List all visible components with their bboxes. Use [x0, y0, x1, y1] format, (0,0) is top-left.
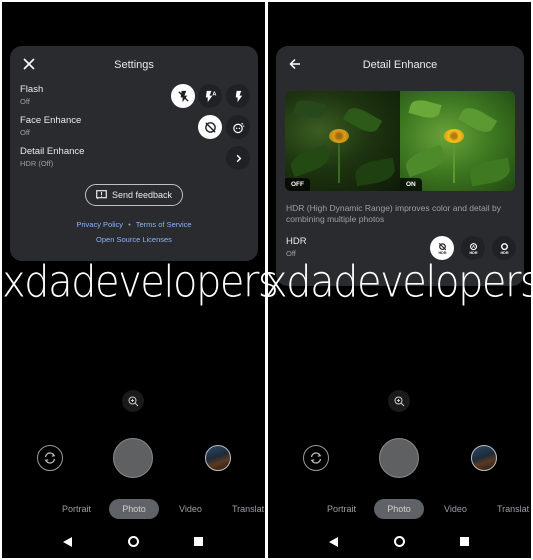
mode-video[interactable]: Video	[179, 499, 202, 519]
detail-enhance-title: Detail Enhance	[362, 59, 438, 71]
svg-text:A: A	[212, 91, 216, 97]
hdr-row: HDR Off HDR A HDR HDR	[286, 236, 516, 264]
flash-label: Flash	[20, 84, 44, 95]
svg-text:HDR: HDR	[469, 251, 477, 255]
face-enhance-value: Off	[20, 128, 30, 137]
detail-enhance-value: HDR (Off)	[20, 159, 54, 168]
detail-enhance-open-button[interactable]	[226, 146, 250, 170]
gallery-thumbnail[interactable]	[205, 445, 231, 471]
recents-nav-icon[interactable]	[460, 537, 469, 546]
mode-portrait[interactable]: Portrait	[62, 499, 91, 519]
detail-enhance-row[interactable]: Detail Enhance HDR (Off)	[20, 146, 250, 174]
svg-text:HDR: HDR	[438, 251, 446, 255]
home-nav-icon[interactable]	[128, 536, 139, 547]
back-nav-icon[interactable]	[63, 537, 72, 547]
settings-title: Settings	[114, 59, 154, 71]
mode-selector: Portrait Photo Video Translat	[268, 499, 531, 519]
detail-enhance-card: Detail Enhance OFF ON HDR (High Dynamic …	[276, 46, 524, 286]
terms-of-service-link[interactable]: Terms of Service	[136, 220, 192, 229]
link-separator: •	[128, 220, 131, 229]
flash-on-icon	[235, 90, 242, 102]
face-enhance-label: Face Enhance	[20, 115, 82, 126]
zoom-button[interactable]	[388, 390, 410, 412]
hdr-comparison-image: OFF ON	[285, 91, 515, 191]
flash-off-icon	[177, 90, 189, 102]
svg-text:HDR: HDR	[500, 251, 508, 255]
hdr-description: HDR (High Dynamic Range) improves color …	[286, 203, 501, 224]
hdr-auto-button[interactable]: A HDR	[461, 236, 485, 260]
flash-row: Flash Off A	[20, 84, 250, 112]
home-nav-icon[interactable]	[394, 536, 405, 547]
hdr-auto-icon: A HDR	[469, 242, 477, 255]
nav-bar	[2, 532, 265, 552]
settings-card: Settings Flash Off A Face Enhance Off De…	[10, 46, 258, 261]
mode-photo[interactable]: Photo	[374, 499, 424, 519]
mode-portrait[interactable]: Portrait	[327, 499, 356, 519]
mode-video[interactable]: Video	[444, 499, 467, 519]
switch-camera-icon	[44, 452, 56, 464]
send-feedback-label: Send feedback	[111, 190, 173, 200]
mode-translate[interactable]: Translat	[232, 499, 264, 519]
face-enhance-row: Face Enhance Off	[20, 115, 250, 143]
send-feedback-button[interactable]: Send feedback	[85, 184, 183, 206]
hdr-off-button[interactable]: HDR	[430, 236, 454, 260]
hdr-label: HDR	[286, 236, 307, 247]
flash-off-button[interactable]	[171, 84, 195, 108]
face-enhance-off-button[interactable]	[198, 115, 222, 139]
mode-selector: Portrait Photo Video Translat	[2, 499, 265, 519]
flash-auto-icon: A	[205, 90, 216, 102]
feedback-icon	[96, 190, 107, 200]
flash-auto-button[interactable]: A	[198, 84, 222, 108]
chevron-right-icon	[236, 154, 241, 162]
on-label: ON	[400, 178, 422, 191]
zoom-in-icon	[394, 396, 404, 406]
svg-text:A: A	[471, 244, 474, 249]
open-source-licenses-link[interactable]: Open Source Licenses	[10, 235, 258, 244]
privacy-policy-link[interactable]: Privacy Policy	[76, 220, 123, 229]
shutter-button[interactable]	[379, 438, 419, 478]
switch-camera-button[interactable]	[37, 445, 63, 471]
flash-on-button[interactable]	[226, 84, 250, 108]
off-label: OFF	[285, 178, 310, 191]
switch-camera-button[interactable]	[303, 445, 329, 471]
back-nav-icon[interactable]	[329, 537, 338, 547]
mode-translate[interactable]: Translat	[497, 499, 529, 519]
settings-screen: Settings Flash Off A Face Enhance Off De…	[2, 2, 265, 558]
mode-photo[interactable]: Photo	[109, 499, 159, 519]
switch-camera-icon	[310, 452, 322, 464]
nav-bar	[268, 532, 531, 552]
zoom-in-icon	[128, 396, 138, 406]
detail-enhance-label: Detail Enhance	[20, 146, 85, 157]
hdr-on-sample: ON	[400, 91, 515, 191]
hdr-on-icon: HDR	[500, 242, 508, 255]
face-enhance-on-icon	[232, 122, 244, 133]
shutter-button[interactable]	[113, 438, 153, 478]
detail-enhance-screen: Detail Enhance OFF ON HDR (High Dynamic …	[268, 2, 531, 558]
hdr-off-sample: OFF	[285, 91, 400, 191]
face-enhance-off-icon	[204, 121, 216, 133]
recents-nav-icon[interactable]	[194, 537, 203, 546]
legal-links: Privacy Policy • Terms of Service	[10, 220, 258, 229]
face-enhance-on-button[interactable]	[226, 115, 250, 139]
flash-value: Off	[20, 97, 30, 106]
gallery-thumbnail[interactable]	[471, 445, 497, 471]
hdr-value: Off	[286, 249, 296, 258]
zoom-button[interactable]	[122, 390, 144, 412]
hdr-on-button[interactable]: HDR	[492, 236, 516, 260]
hdr-off-icon: HDR	[438, 242, 446, 255]
